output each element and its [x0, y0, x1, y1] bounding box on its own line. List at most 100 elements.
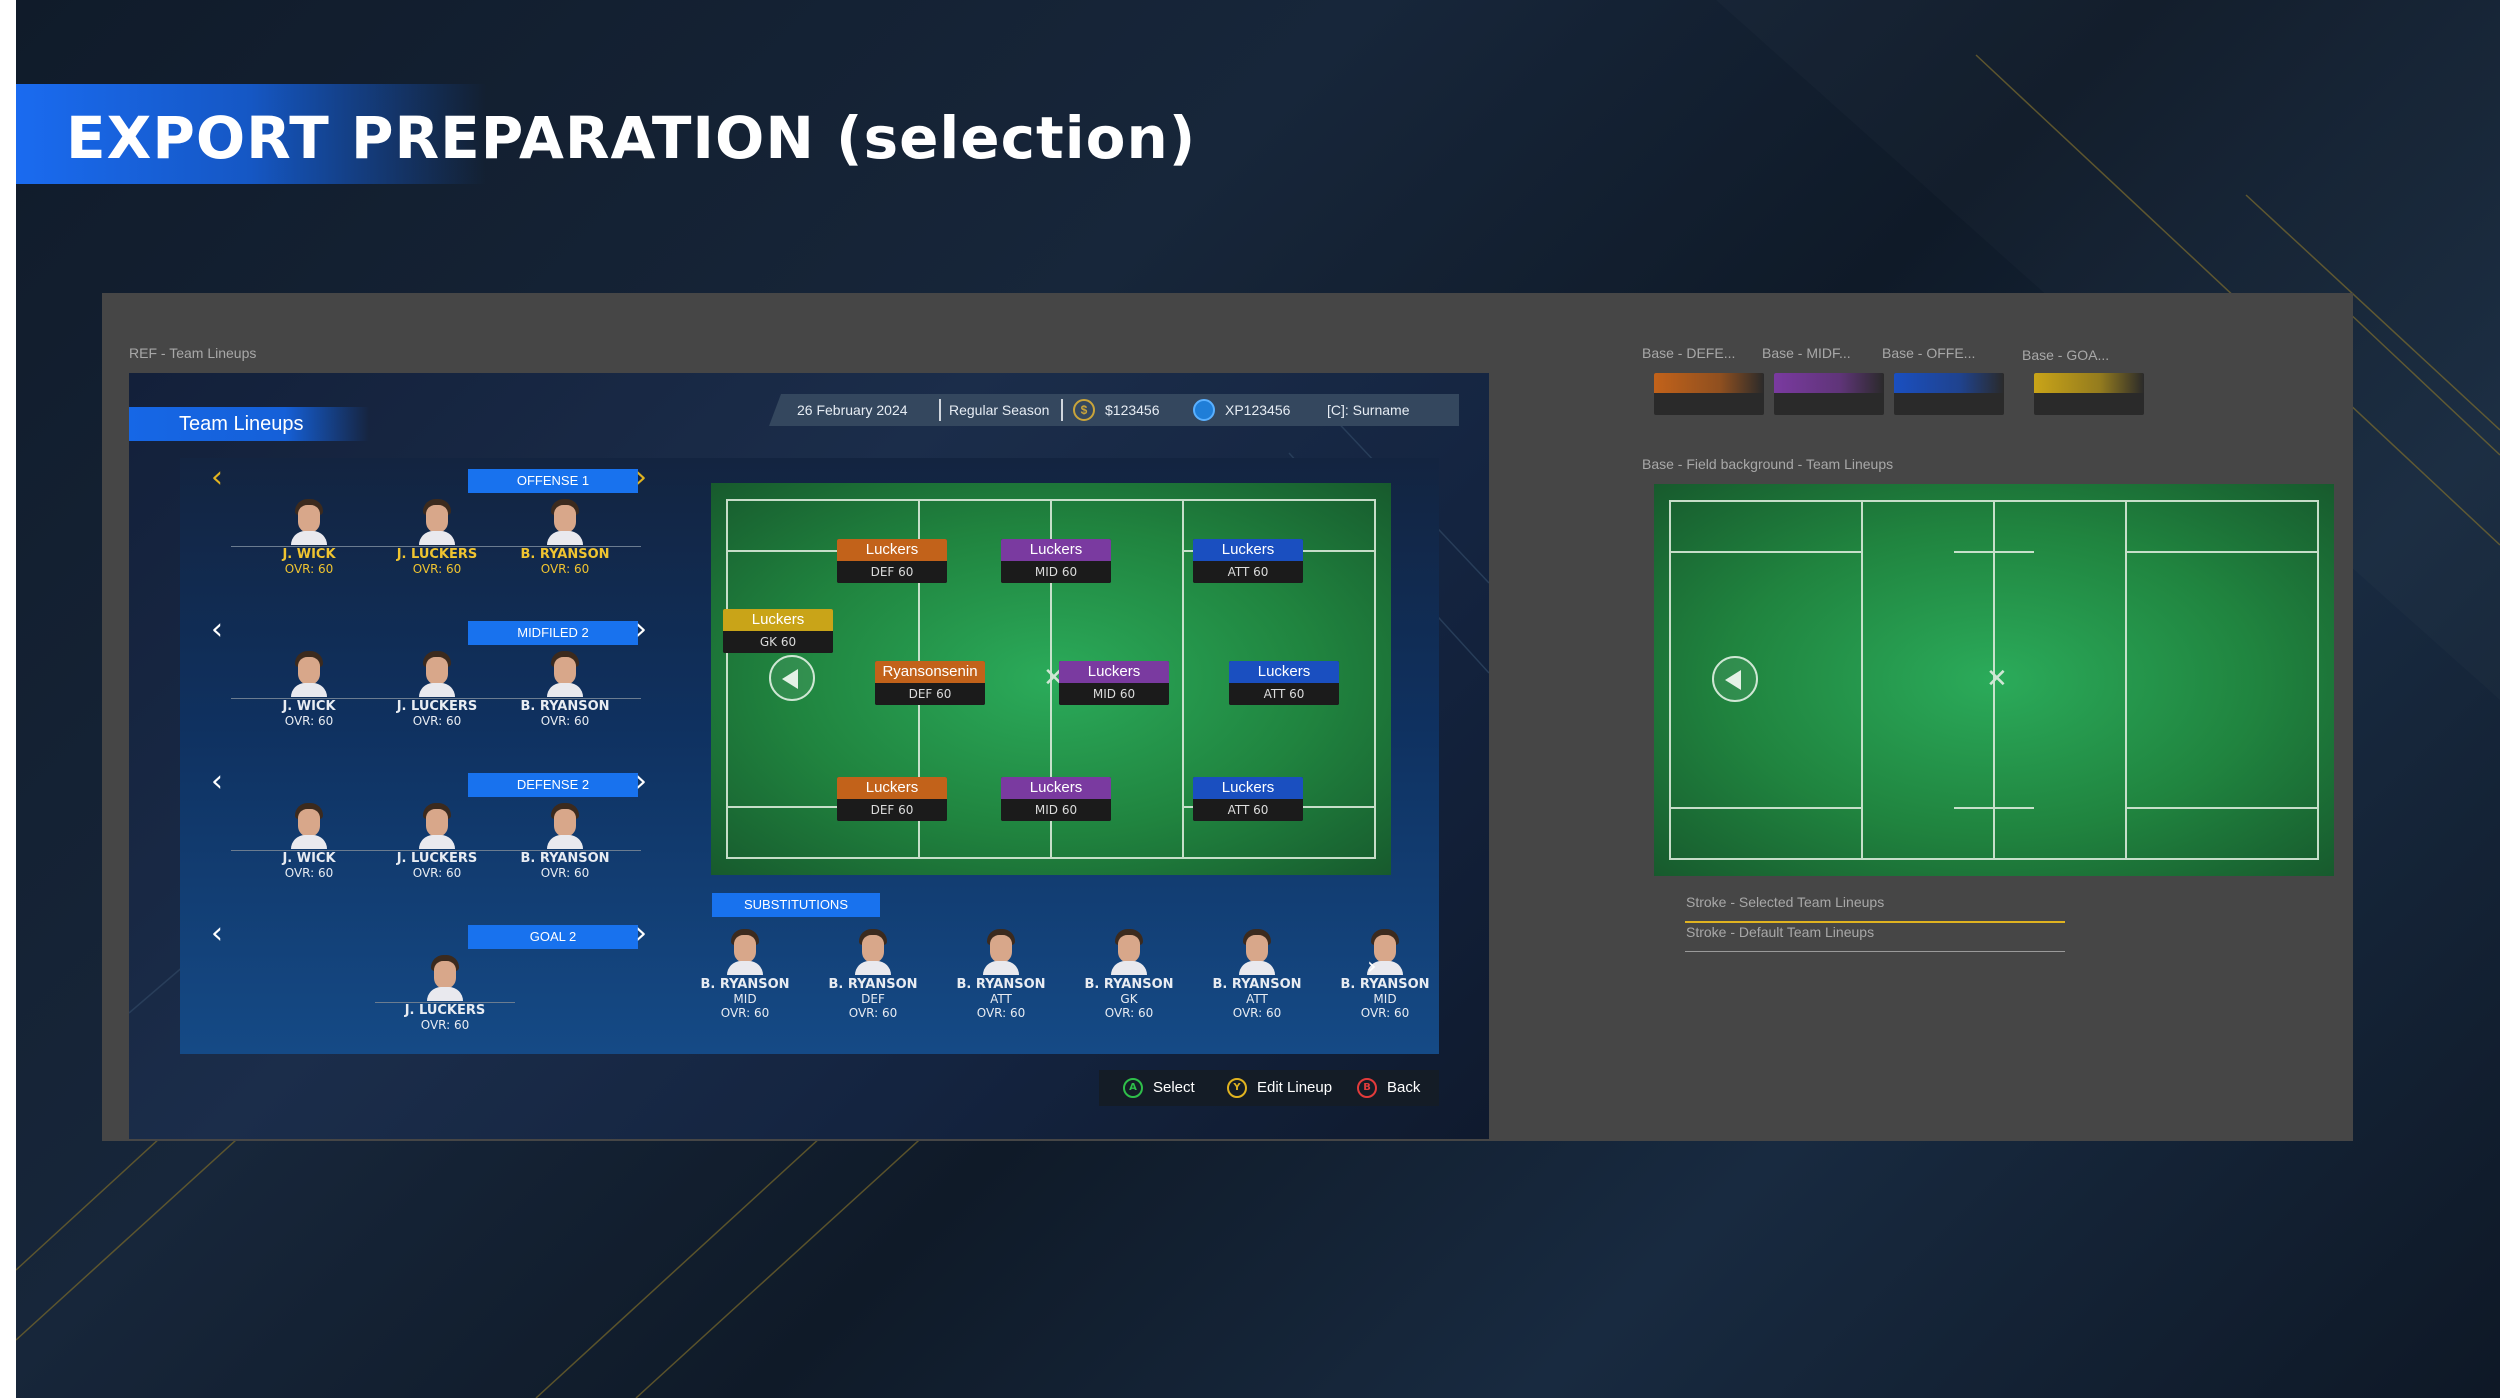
player-name: J. LUCKERS: [396, 851, 478, 866]
select-button-label[interactable]: Select: [1153, 1079, 1195, 1096]
prev-line-arrow-icon[interactable]: ‹: [211, 767, 223, 797]
player-card[interactable]: J. WICK OVR: 60: [259, 803, 359, 880]
player-ovr: OVR: 60: [284, 714, 334, 728]
player-portrait: [981, 929, 1021, 975]
player-chip[interactable]: Luckers ATT 60: [1229, 661, 1339, 705]
sub-position: MID: [1373, 992, 1397, 1006]
sub-ovr: OVR: 60: [848, 1006, 898, 1020]
sub-ovr: OVR: 60: [1104, 1006, 1154, 1020]
player-chip[interactable]: Luckers DEF 60: [837, 777, 947, 821]
artboard: REF - Team Lineups Team Lineups 26 Febru…: [102, 293, 2353, 1141]
chip-position: MID 60: [1001, 799, 1111, 821]
line-header[interactable]: GOAL 2: [468, 925, 638, 949]
player-ovr: OVR: 60: [540, 866, 590, 880]
player-chip[interactable]: Luckers ATT 60: [1193, 539, 1303, 583]
next-line-arrow-icon[interactable]: ›: [635, 767, 647, 797]
line-header[interactable]: DEFENSE 2: [468, 773, 638, 797]
player-chip[interactable]: Luckers MID 60: [1059, 661, 1169, 705]
chip-name: Luckers: [1229, 661, 1339, 683]
line-header[interactable]: MIDFILED 2: [468, 621, 638, 645]
substitute-card[interactable]: B. RYANSON MID OVR: 60: [690, 929, 800, 1020]
sub-name: B. RYANSON: [700, 977, 790, 992]
chip-name: Luckers: [837, 539, 947, 561]
team-lineups-screen: Team Lineups 26 February 2024 Regular Se…: [129, 373, 1489, 1139]
separator: [1061, 399, 1063, 421]
player-card[interactable]: B. RYANSON OVR: 60: [515, 499, 615, 576]
sub-name: B. RYANSON: [1084, 977, 1174, 992]
line-header[interactable]: OFFENSE 1: [468, 469, 638, 493]
player-ovr: OVR: 60: [412, 866, 462, 880]
select-button-icon[interactable]: A: [1123, 1078, 1143, 1098]
coins-text: $123456: [1105, 402, 1160, 418]
season-text: Regular Season: [949, 402, 1050, 418]
sub-ovr: OVR: 60: [720, 1006, 770, 1020]
stroke-selected-line: [1685, 921, 2065, 923]
player-card[interactable]: J. WICK OVR: 60: [259, 651, 359, 728]
edit-lineup-button-icon[interactable]: Y: [1227, 1078, 1247, 1098]
player-card[interactable]: J. LUCKERS OVR: 60: [387, 499, 487, 576]
player-name: B. RYANSON: [520, 699, 610, 714]
chip-name: Luckers: [1193, 777, 1303, 799]
swatch-label: Base - OFFE...: [1882, 345, 1976, 361]
prev-line-arrow-icon[interactable]: ‹: [211, 615, 223, 645]
swatch-label: Base - MIDF...: [1762, 345, 1851, 361]
back-button-label[interactable]: Back: [1387, 1079, 1420, 1096]
info-bar: 26 February 2024 Regular Season $ $12345…: [769, 394, 1459, 426]
player-portrait: [425, 955, 465, 1001]
substitute-card[interactable]: B. RYANSON ATT OVR: 60: [946, 929, 1056, 1020]
player-card[interactable]: J. LUCKERS OVR: 60: [387, 803, 487, 880]
chip-position: DEF 60: [837, 561, 947, 583]
play-icon[interactable]: [769, 655, 815, 701]
next-line-arrow-icon[interactable]: ›: [635, 615, 647, 645]
player-name: J. LUCKERS: [396, 547, 478, 562]
line-divider: [375, 1002, 515, 1003]
substitute-card[interactable]: B. RYANSON ATT OVR: 60: [1202, 929, 1312, 1020]
player-card[interactable]: B. RYANSON OVR: 60: [515, 803, 615, 880]
player-portrait: [853, 929, 893, 975]
play-icon: [1712, 656, 1758, 702]
color-swatch: [2034, 373, 2144, 415]
player-chip[interactable]: Luckers MID 60: [1001, 539, 1111, 583]
chip-position: MID 60: [1059, 683, 1169, 705]
edit-lineup-button-label[interactable]: Edit Lineup: [1257, 1079, 1332, 1096]
sub-position: DEF: [861, 992, 885, 1006]
player-portrait: [417, 499, 457, 545]
prev-line-arrow-icon[interactable]: ‹: [211, 919, 223, 949]
sub-ovr: OVR: 60: [1360, 1006, 1410, 1020]
player-ovr: OVR: 60: [412, 562, 462, 576]
sub-position: ATT: [1246, 992, 1268, 1006]
player-chip[interactable]: Luckers MID 60: [1001, 777, 1111, 821]
substitutions-header: SUBSTITUTIONS: [712, 893, 880, 917]
player-chip[interactable]: Luckers GK 60: [723, 609, 833, 653]
color-swatch: [1894, 373, 2004, 415]
substitute-card[interactable]: B. RYANSON MID OVR: 60: [1330, 929, 1440, 1020]
substitute-card[interactable]: B. RYANSON GK OVR: 60: [1074, 929, 1184, 1020]
player-ovr: OVR: 60: [284, 866, 334, 880]
player-card[interactable]: J. LUCKERS OVR: 60: [387, 651, 487, 728]
prev-line-arrow-icon[interactable]: ‹: [211, 463, 223, 493]
player-chip[interactable]: Ryansonsenin DEF 60: [875, 661, 985, 705]
stroke-default-label: Stroke - Default Team Lineups: [1686, 924, 1875, 940]
chip-position: ATT 60: [1193, 799, 1303, 821]
subs-next-arrow-icon[interactable]: ›: [1367, 951, 1377, 981]
next-line-arrow-icon[interactable]: ›: [635, 463, 647, 493]
xp-icon: [1193, 399, 1215, 421]
player-chip[interactable]: Luckers DEF 60: [837, 539, 947, 583]
chip-position: DEF 60: [875, 683, 985, 705]
next-line-arrow-icon[interactable]: ›: [635, 919, 647, 949]
sub-ovr: OVR: 60: [976, 1006, 1026, 1020]
screen-title: Team Lineups: [179, 413, 304, 435]
sub-name: B. RYANSON: [828, 977, 918, 992]
player-chip[interactable]: Luckers ATT 60: [1193, 777, 1303, 821]
player-portrait: [289, 499, 329, 545]
player-name: B. RYANSON: [520, 851, 610, 866]
chip-name: Luckers: [1001, 539, 1111, 561]
sub-name: B. RYANSON: [1340, 977, 1430, 992]
back-button-icon[interactable]: B: [1357, 1078, 1377, 1098]
player-card[interactable]: J. WICK OVR: 60: [259, 499, 359, 576]
chip-position: ATT 60: [1193, 561, 1303, 583]
substitute-card[interactable]: B. RYANSON DEF OVR: 60: [818, 929, 928, 1020]
line-divider: [231, 546, 641, 547]
player-card[interactable]: B. RYANSON OVR: 60: [515, 651, 615, 728]
player-card[interactable]: J. LUCKERS OVR: 60: [395, 955, 495, 1032]
